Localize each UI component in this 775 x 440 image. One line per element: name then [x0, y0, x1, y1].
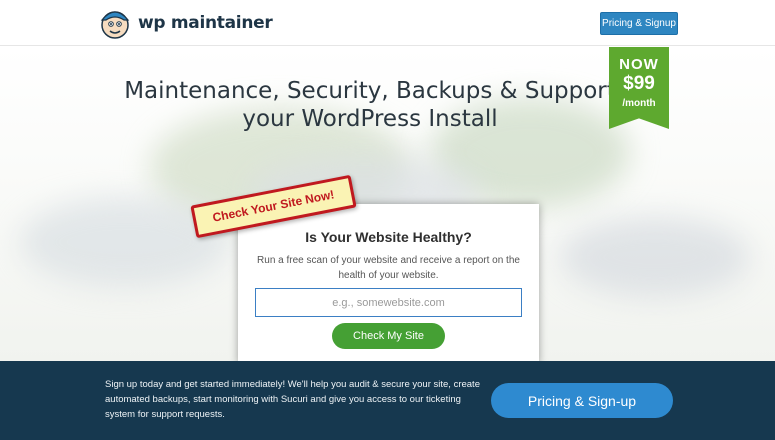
pricing-signup-button[interactable]: Pricing & Signup — [600, 12, 678, 35]
pricing-signup-cta-button[interactable]: Pricing & Sign-up — [491, 383, 673, 418]
check-my-site-button[interactable]: Check My Site — [332, 323, 445, 349]
card-title: Is Your Website Healthy? — [305, 229, 472, 245]
logo[interactable]: wp maintainer — [98, 5, 273, 41]
site-check-card: Is Your Website Healthy? Run a free scan… — [238, 204, 539, 361]
signup-banner: Sign up today and get started immediatel… — [0, 361, 775, 440]
hero-section: Maintenance, Security, Backups & Support… — [0, 47, 775, 361]
signup-description: Sign up today and get started immediatel… — [105, 379, 480, 420]
background-blur — [560, 217, 750, 297]
logo-text: wp maintainer — [138, 13, 273, 33]
card-description: Run a free scan of your website and rece… — [257, 255, 520, 281]
mascot-icon — [100, 11, 130, 39]
page-headline: Maintenance, Security, Backups & Support… — [124, 78, 616, 132]
ribbon-period: /month — [622, 98, 656, 109]
price-ribbon: NOW $99 /month — [609, 47, 669, 129]
ribbon-now-label: NOW — [619, 56, 659, 73]
website-url-input[interactable] — [255, 288, 522, 317]
ribbon-price: $99 — [623, 73, 655, 94]
site-header: wp maintainer Pricing & Signup — [0, 0, 775, 46]
